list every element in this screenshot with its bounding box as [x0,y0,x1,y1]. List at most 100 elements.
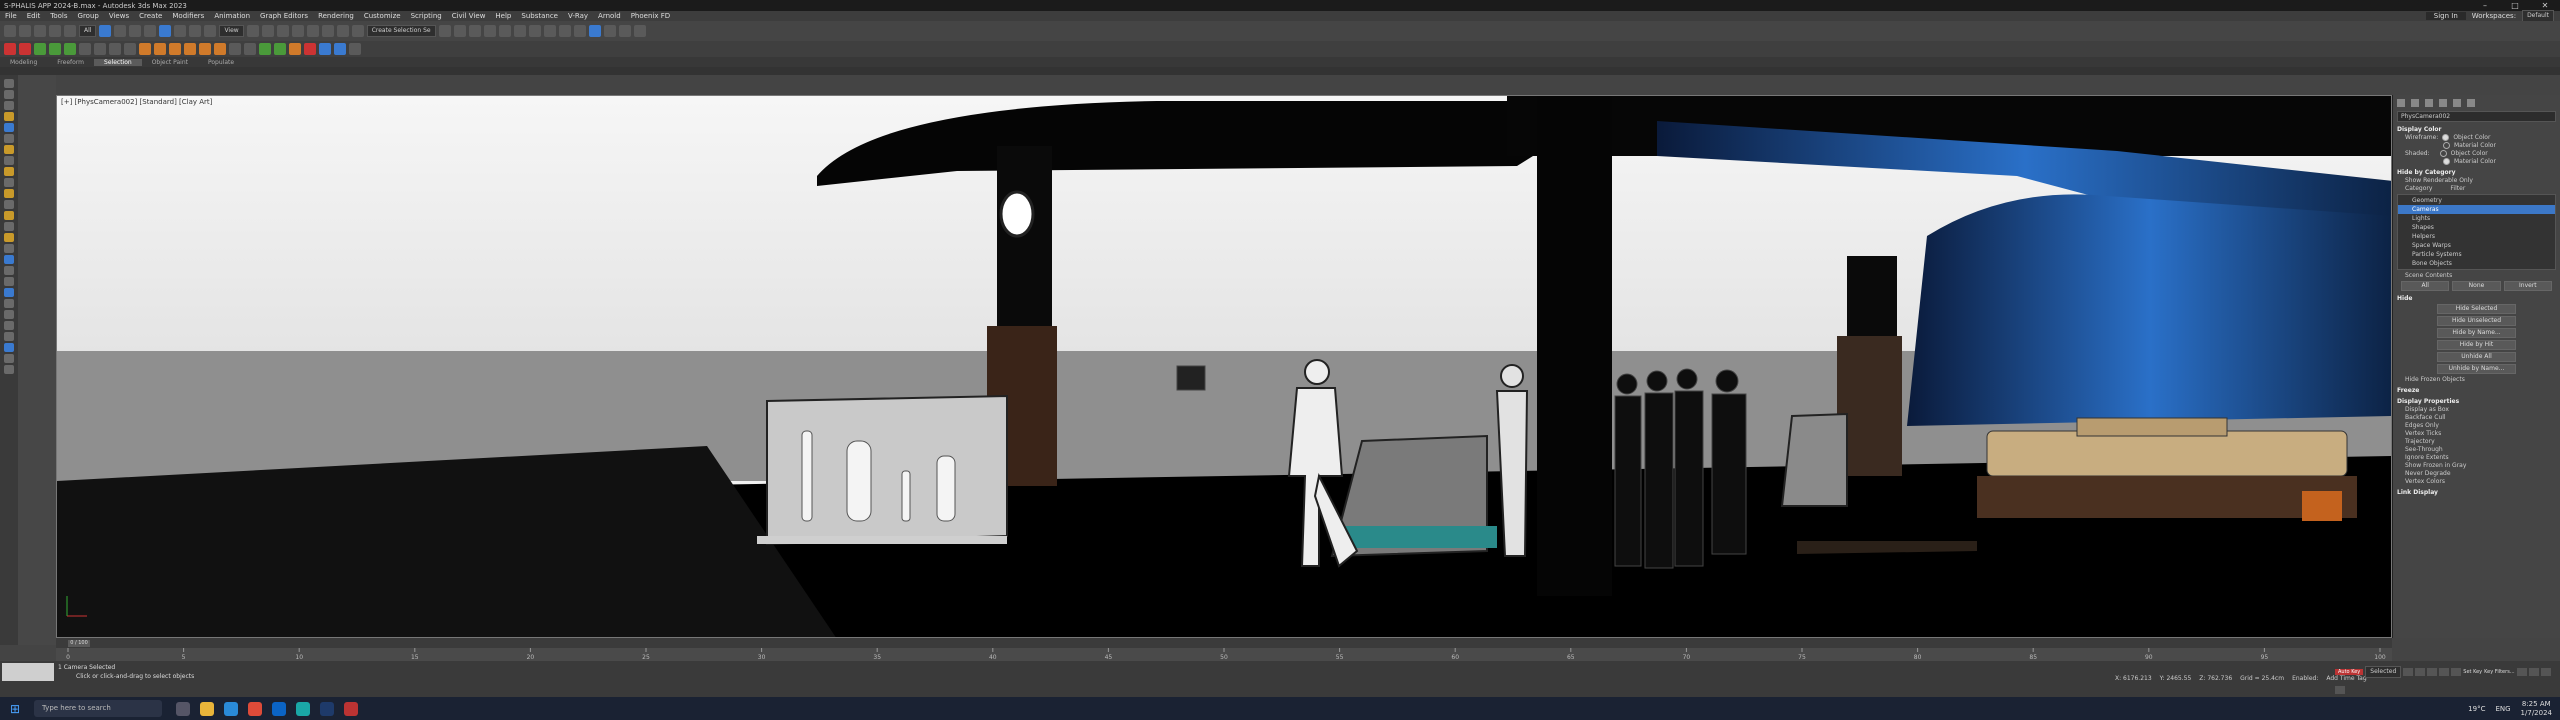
hierarchy-icon[interactable] [4,101,14,110]
all-button[interactable]: All [2401,281,2450,291]
phoenix-foam-icon[interactable] [199,43,211,55]
motion-tab-icon[interactable] [2439,99,2447,107]
shaded-material-color-radio[interactable] [2443,158,2450,165]
phoenix-liquid-icon[interactable] [154,43,166,55]
sign-in-button[interactable]: Sign In [2425,12,2466,20]
show-renderable-row[interactable]: Show Renderable Only [2405,177,2556,184]
menu-tools[interactable]: Tools [45,12,72,20]
window-crossing-icon[interactable] [144,25,157,37]
ribbon-tab-selection[interactable]: Selection [94,58,142,66]
phoenix-fire-icon[interactable] [139,43,151,55]
x-coordinate[interactable]: X: 6176.213 [2115,675,2152,682]
display-color-rollout[interactable]: Display Color [2397,126,2556,133]
viewport-label[interactable]: [+] [PhysCamera002] [Standard] [Clay Art… [61,98,212,106]
forest-pack-icon[interactable] [259,43,271,55]
track-bar[interactable]: 0 5 10 15 20 25 30 35 40 45 50 55 60 65 70 75 80 85 90 95 10… [56,648,2392,661]
vray-proxy-icon[interactable] [79,43,91,55]
vray-render-icon[interactable] [19,43,31,55]
edge-icon[interactable] [224,701,238,716]
display-properties-rollout[interactable]: Display Properties [2397,398,2556,405]
menu-arnold[interactable]: Arnold [593,12,626,20]
z-coordinate[interactable]: Z: 762.736 [2199,675,2232,682]
auto-key-button[interactable]: Auto Key [2335,669,2364,675]
photoshop-icon[interactable] [320,701,334,716]
play-icon[interactable] [94,43,106,55]
time-slider-track[interactable] [56,638,2392,648]
vray-sun-icon[interactable] [49,43,61,55]
toggle-ribbon-icon[interactable] [498,25,511,37]
hide-selected-button[interactable]: Hide Selected [2437,304,2516,314]
help-icon[interactable] [349,43,361,55]
phoenix-playback-icon[interactable] [244,43,256,55]
utilities-icon[interactable] [4,134,14,143]
spacewarp-icon[interactable] [4,189,14,198]
menu-file[interactable]: File [0,12,22,20]
menu-create[interactable]: Create [134,12,167,20]
prop-never-degrade[interactable]: Never Degrade [2405,470,2556,477]
ribbon-tab-object-paint[interactable]: Object Paint [142,59,198,66]
prop-vertex-colors[interactable]: Vertex Colors [2405,478,2556,485]
curve-editor-icon[interactable] [513,25,526,37]
object-name-field[interactable]: PhysCamera002 [2397,111,2556,122]
prop-ignore-extents[interactable]: Ignore Extents [2405,454,2556,461]
category-shapes[interactable]: Shapes [2398,223,2555,232]
modifier-icon[interactable] [4,222,14,231]
prop-show-frozen-gray[interactable]: Show Frozen in Gray [2405,462,2556,469]
filter-icon[interactable] [4,277,14,286]
previous-frame-icon[interactable] [2415,668,2426,676]
category-particle-systems[interactable]: Particle Systems [2398,250,2555,259]
unhide-by-name-button[interactable]: Unhide by Name... [2437,364,2516,374]
menu-edit[interactable]: Edit [22,12,46,20]
cosmos-browser-icon[interactable] [319,43,331,55]
freeze-rollout[interactable]: Freeze [2397,387,2556,394]
material-icon[interactable] [4,211,14,220]
select-manipulate-icon[interactable] [261,25,274,37]
railclone-icon[interactable] [274,43,286,55]
scene-contents-row[interactable]: Scene Contents [2405,272,2556,279]
category-lights[interactable]: Lights [2398,214,2555,223]
render-cloud-icon[interactable] [618,25,631,37]
category-cameras[interactable]: Cameras [2398,205,2555,214]
ribbon-tab-modeling[interactable]: Modeling [0,59,47,66]
scale-icon[interactable] [189,25,202,37]
shaded-object-color-radio[interactable] [2439,150,2447,157]
hide-unselected-button[interactable]: Hide Unselected [2437,316,2516,326]
mirror-icon[interactable] [438,25,451,37]
menu-help[interactable]: Help [490,12,516,20]
menu-scripting[interactable]: Scripting [406,12,447,20]
prop-trajectory[interactable]: Trajectory [2405,438,2556,445]
pan-icon[interactable] [2528,668,2539,676]
align-icon[interactable] [453,25,466,37]
app-icon[interactable] [344,701,358,716]
menu-rendering[interactable]: Rendering [313,12,359,20]
wire-material-color-radio[interactable] [2443,142,2450,149]
viewport-layout-icon[interactable] [4,365,14,374]
rotate-icon[interactable] [174,25,187,37]
file-explorer-icon[interactable] [200,701,214,716]
viewport[interactable]: [+] [PhysCamera002] [Standard] [Clay Art… [56,95,2392,638]
menu-customize[interactable]: Customize [359,12,406,20]
chaos-vantage-icon[interactable] [334,43,346,55]
material-sphere-icon[interactable] [304,43,316,55]
menu-graph-editors[interactable]: Graph Editors [255,12,313,20]
sort-icon[interactable] [4,288,14,297]
modify-icon[interactable] [4,90,14,99]
geometry-icon[interactable] [4,244,14,253]
scene-explorer-icon[interactable] [4,255,14,264]
hide-frozen-row[interactable]: Hide Frozen Objects [2405,376,2556,383]
close-button[interactable]: ✕ [2530,1,2560,10]
rectangle-selection-icon[interactable] [129,25,142,37]
key-mode-dropdown[interactable]: Selected [2365,666,2402,678]
prop-backface-cull[interactable]: Backface Cull [2405,414,2556,421]
freeze-icon[interactable] [4,310,14,319]
select-object-icon[interactable] [99,25,112,37]
hide-by-name-button[interactable]: Hide by Name... [2437,328,2516,338]
taskbar-search[interactable]: Type here to search [34,700,162,717]
minimize-button[interactable]: – [2470,1,2500,10]
render-production-icon[interactable] [588,25,601,37]
keyboard-shortcut-icon[interactable] [276,25,289,37]
menu-modifiers[interactable]: Modifiers [167,12,209,20]
create-tab-icon[interactable] [2397,99,2405,107]
prop-see-through[interactable]: See-Through [2405,446,2556,453]
ribbon-tab-populate[interactable]: Populate [198,59,244,66]
